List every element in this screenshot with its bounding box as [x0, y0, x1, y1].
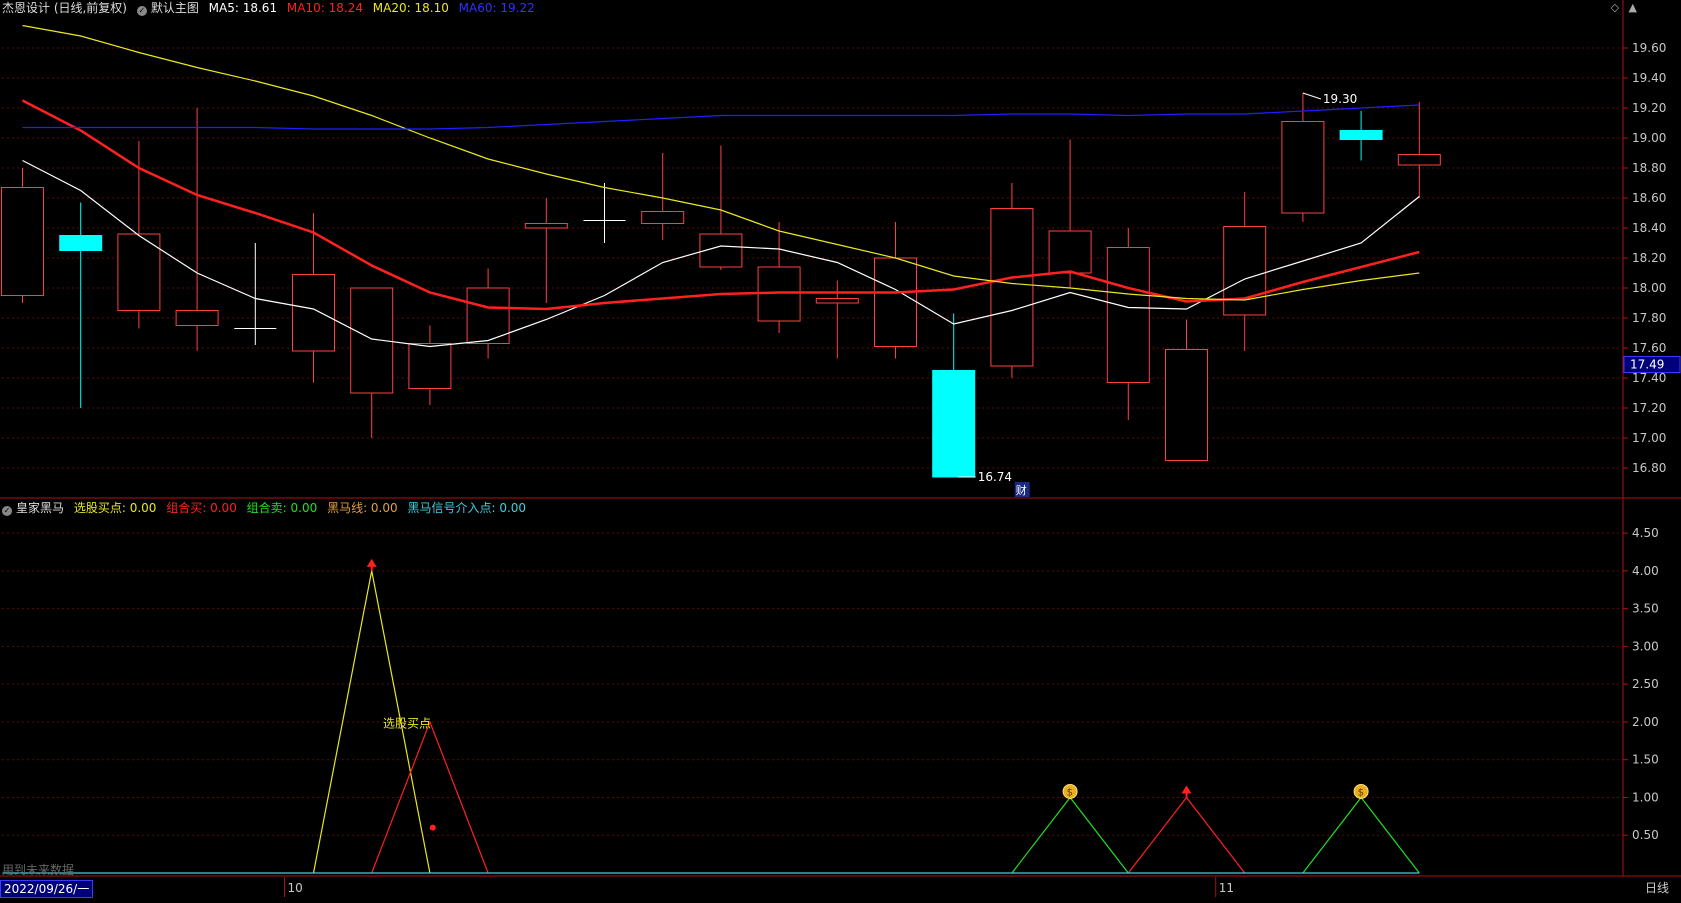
month-label: 11 — [1219, 881, 1234, 895]
indicator-buy-point: 选股买点: 0.00 — [73, 501, 157, 515]
current-price-label: 17.49 — [1630, 358, 1664, 372]
candle-body — [59, 235, 103, 251]
price-tick-label: 18.20 — [1632, 251, 1666, 265]
money-bag-symbol: $ — [1358, 787, 1364, 798]
indicator-tick-label: 2.50 — [1632, 677, 1659, 691]
candle-body — [408, 343, 452, 389]
buy-point-text: 选股买点 — [383, 716, 431, 730]
indicator-tick-label: 3.00 — [1632, 639, 1659, 653]
buy-arrow-icon — [366, 558, 377, 567]
candle-body — [932, 370, 976, 478]
candle-body — [1165, 349, 1208, 461]
indicator-combo-sell: 组合卖: 0.00 — [246, 501, 318, 515]
candle-body — [990, 208, 1034, 367]
buy-arrow-icon — [1181, 785, 1192, 794]
price-tick-label: 19.40 — [1632, 71, 1666, 85]
stock-chart-window: 19.60 19.40 19.20 19.00 18.80 18.60 18.40 18.20… — [0, 0, 1681, 899]
candle-body — [1397, 154, 1441, 166]
price-tick-label: 17.40 — [1632, 371, 1666, 385]
indicator-combo-buy: 组合买: 0.00 — [166, 501, 237, 515]
high-pointer — [1302, 92, 1322, 100]
main-chart-label[interactable]: ✓ 默认主图 — [136, 1, 199, 16]
price-tick-label: 17.80 — [1632, 311, 1666, 325]
price-tick-label: 19.20 — [1632, 101, 1666, 115]
candle-body — [1048, 230, 1092, 274]
month-label: 10 — [288, 881, 303, 895]
price-tick-label: 17.20 — [1632, 401, 1666, 415]
main-chart-label-text: 默认主图 — [150, 1, 199, 15]
high-price-label: 19.30 — [1323, 92, 1357, 106]
ma60-label: MA60: 19.22 — [458, 1, 535, 15]
price-tick-label: 18.80 — [1632, 161, 1666, 175]
ma-line-ma60 — [22, 104, 1420, 130]
indicator-header: ✓ 皇家黑马 选股买点: 0.00 组合买: 0.00 组合卖: 0.00 黑马线… — [2, 500, 532, 516]
candle-body — [815, 298, 859, 304]
future-data-note: 用到未来数据 — [2, 863, 75, 877]
low-price-label: 16.74 — [978, 470, 1012, 484]
indicator-tick-label: 1.00 — [1632, 790, 1659, 804]
candle-body — [524, 223, 568, 229]
diamond-icon[interactable]: ◇ — [1611, 1, 1619, 14]
indicator-tick-label: 3.50 — [1632, 602, 1659, 616]
window-controls: ◇ ▲ — [1611, 1, 1637, 14]
indicator-tick-label: 1.50 — [1632, 753, 1659, 767]
price-tick-label: 18.00 — [1632, 281, 1666, 295]
indicator-signal-entry: 黑马信号介入点: 0.00 — [407, 501, 527, 515]
indicator-name[interactable]: ✓ 皇家黑马 — [2, 501, 65, 516]
indicator-tick-label: 4.00 — [1632, 564, 1659, 578]
candle-body — [1281, 121, 1325, 214]
money-bag-symbol: $ — [1067, 787, 1073, 798]
indicator-tick-label: 0.50 — [1632, 828, 1659, 842]
indicator-dark-horse-line: 黑马线: 0.00 — [327, 501, 398, 515]
chart-canvas[interactable]: 19.60 19.40 19.20 19.00 18.80 18.60 18.40 18.20… — [0, 0, 1681, 899]
price-tick-label: 19.00 — [1632, 131, 1666, 145]
ma20-label: MA20: 18.10 — [372, 1, 449, 15]
indicator-name-text: 皇家黑马 — [16, 501, 65, 515]
candle-body — [874, 257, 917, 347]
main-chart-header: 杰恩设计 (日线,前复权) ✓ 默认主图 MA5: 18.61 MA10: 18.… — [2, 0, 541, 16]
candle-body — [1339, 130, 1383, 140]
candle-body — [1, 187, 44, 296]
price-tick-label: 17.00 — [1632, 431, 1666, 445]
price-tick-label: 18.40 — [1632, 221, 1666, 235]
indicator-settings-icon[interactable]: ✓ — [2, 506, 12, 516]
candle-body — [175, 310, 219, 326]
stock-name[interactable]: 杰恩设计 (日线,前复权) — [2, 1, 127, 15]
candle-body — [292, 274, 335, 352]
candle-body — [641, 211, 685, 224]
indicator-line-peak — [1302, 796, 1420, 874]
price-tick-label: 17.60 — [1632, 341, 1666, 355]
candle-body — [1106, 247, 1150, 383]
ma10-label: MA10: 18.24 — [286, 1, 363, 15]
candle-body — [1223, 226, 1267, 316]
signal-dot — [429, 824, 436, 831]
finance-badge-label: 财 — [1016, 483, 1027, 497]
indicator-line-peak — [1011, 796, 1129, 874]
price-tick-label: 16.80 — [1632, 461, 1666, 475]
scroll-up-icon[interactable]: ▲ — [1629, 1, 1637, 14]
indicator-tick-label: 2.00 — [1632, 715, 1659, 729]
current-date-box: 2022/09/26/一 — [0, 880, 94, 898]
ma5-label: MA5: 18.61 — [208, 1, 278, 15]
price-tick-label: 18.60 — [1632, 191, 1666, 205]
indicator-line-peak — [371, 720, 489, 874]
period-label[interactable]: 日线 — [1645, 880, 1669, 896]
indicator-tick-label: 4.50 — [1632, 526, 1659, 540]
price-tick-label: 19.60 — [1632, 41, 1666, 55]
settings-dot-icon[interactable]: ✓ — [136, 6, 147, 16]
